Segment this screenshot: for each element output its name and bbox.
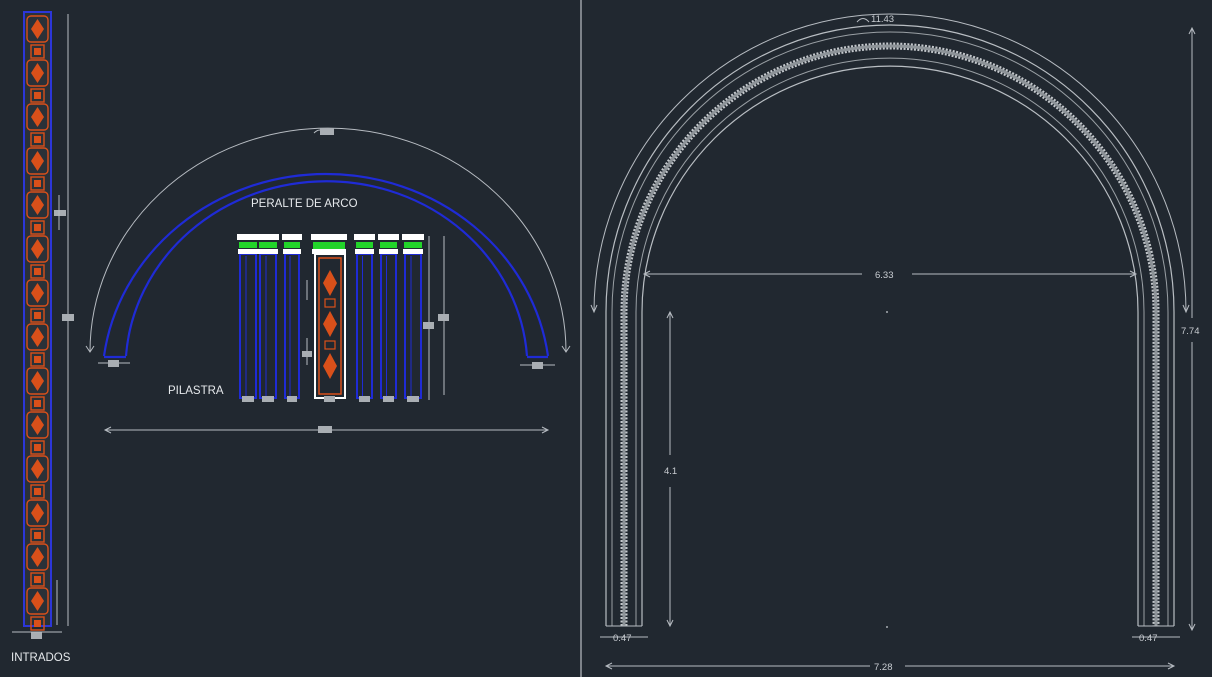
intrados-view[interactable]: INTRADOS xyxy=(11,11,74,664)
square-ornament-fill xyxy=(34,400,41,407)
arch-outer-ring xyxy=(605,24,1175,626)
central-diamond-ornament xyxy=(323,311,337,337)
pilaster-base-grip xyxy=(262,396,274,402)
dim-grip[interactable] xyxy=(302,351,312,357)
arch-ornament-core xyxy=(622,44,1158,626)
square-ornament-fill xyxy=(34,136,41,143)
square-ornament-fill xyxy=(34,444,41,451)
pilaster-base-grip xyxy=(359,396,370,402)
pilaster-base-grip xyxy=(383,396,394,402)
central-diamond-ornament xyxy=(323,270,337,296)
inner-span-value: 6.33 xyxy=(875,270,894,281)
pilaster-capital-band xyxy=(380,242,397,248)
arch-outer-ring-2 xyxy=(611,31,1169,626)
central-pilaster-base-grip xyxy=(324,396,335,402)
square-ornament-fill xyxy=(34,92,41,99)
center-point-marker xyxy=(886,311,888,313)
pilaster-shaft[interactable] xyxy=(380,253,397,399)
dim-grip[interactable] xyxy=(320,128,334,135)
central-square-ornament xyxy=(324,340,336,350)
square-ornament-fill xyxy=(34,620,41,627)
intrados-label: INTRADOS xyxy=(11,652,71,664)
arch-inner-ring xyxy=(635,57,1145,626)
arc-symbol xyxy=(856,18,870,23)
pilaster-base-grip xyxy=(407,396,419,402)
pilaster-shaft[interactable] xyxy=(356,253,373,399)
arc-length-value: 11.43 xyxy=(871,14,894,25)
central-pilaster-capital-band xyxy=(313,242,345,249)
pilaster-capital xyxy=(378,234,399,240)
pilaster-shaft[interactable] xyxy=(284,253,300,399)
central-diamond-ornament xyxy=(323,353,337,379)
right-pier-width-value: 0.47 xyxy=(1139,633,1158,644)
pier-height-value: 4.1 xyxy=(664,466,677,477)
dim-grip[interactable] xyxy=(318,426,332,433)
center-point-marker xyxy=(886,626,888,628)
pilaster-capital-band xyxy=(239,242,257,248)
square-ornament-fill xyxy=(34,224,41,231)
square-ornament-fill xyxy=(34,488,41,495)
arc-length-dim-line xyxy=(593,13,1187,313)
square-ornament-fill xyxy=(34,268,41,275)
arch-intrados-line xyxy=(641,65,1139,626)
dim-grip[interactable] xyxy=(108,360,119,367)
arch-elevation-view[interactable]: PERALTE DE ARCO PILASTRA xyxy=(85,127,571,434)
dim-grip[interactable] xyxy=(62,314,74,321)
pilaster-capital-base xyxy=(379,249,398,254)
pilaster-capital-base xyxy=(238,249,258,254)
dim-grip[interactable] xyxy=(532,362,543,369)
square-ornament-fill xyxy=(34,312,41,319)
height-value: 7.74 xyxy=(1181,326,1200,337)
pilastra-label: PILASTRA xyxy=(168,385,224,397)
pilaster-capital-band xyxy=(284,242,300,248)
pilaster-capital xyxy=(257,234,279,240)
central-pilaster-capital xyxy=(311,234,347,240)
pilaster-capital-base xyxy=(355,249,374,254)
square-ornament-fill xyxy=(34,48,41,55)
pilaster-shaft[interactable] xyxy=(239,253,257,399)
square-ornament-fill xyxy=(34,180,41,187)
pilaster-base-grip xyxy=(242,396,254,402)
pilaster-shaft[interactable] xyxy=(404,253,422,399)
pilaster-capital-band xyxy=(404,242,422,248)
peralte-label: PERALTE DE ARCO xyxy=(251,198,358,210)
square-ornament-fill xyxy=(34,356,41,363)
dim-arrow xyxy=(590,304,1190,314)
pilaster-shaft[interactable] xyxy=(259,253,277,399)
pilaster-capital-band xyxy=(259,242,277,248)
dim-grip[interactable] xyxy=(438,314,449,321)
pilaster-capital xyxy=(402,234,424,240)
pilaster-capital xyxy=(237,234,259,240)
central-square-ornament xyxy=(324,298,336,308)
total-width-value: 7.28 xyxy=(874,662,893,673)
pilaster-capital-band xyxy=(356,242,373,248)
pilaster-capital xyxy=(282,234,302,240)
pilaster-capital-base xyxy=(283,249,301,254)
square-ornament-fill xyxy=(34,532,41,539)
pilaster-group[interactable] xyxy=(237,234,424,402)
cad-drawing-canvas[interactable]: INTRADOS PERALTE DE ARCO PILASTRA 11.43 … xyxy=(0,0,1212,677)
dim-grip[interactable] xyxy=(31,632,42,639)
pilaster-base-grip xyxy=(287,396,297,402)
dim-grip[interactable] xyxy=(54,210,66,216)
pilaster-capital-base xyxy=(403,249,423,254)
large-arch-view[interactable]: 11.43 6.33 4.1 7.74 0.47 0.47 7.28 xyxy=(580,0,1200,677)
arch-ornament-band[interactable] xyxy=(620,42,1160,626)
square-ornament-fill xyxy=(34,576,41,583)
pilaster-capital-base xyxy=(258,249,278,254)
left-pier-width-value: 0.47 xyxy=(613,633,632,644)
dim-grip[interactable] xyxy=(423,322,434,329)
pilaster-capital xyxy=(354,234,375,240)
